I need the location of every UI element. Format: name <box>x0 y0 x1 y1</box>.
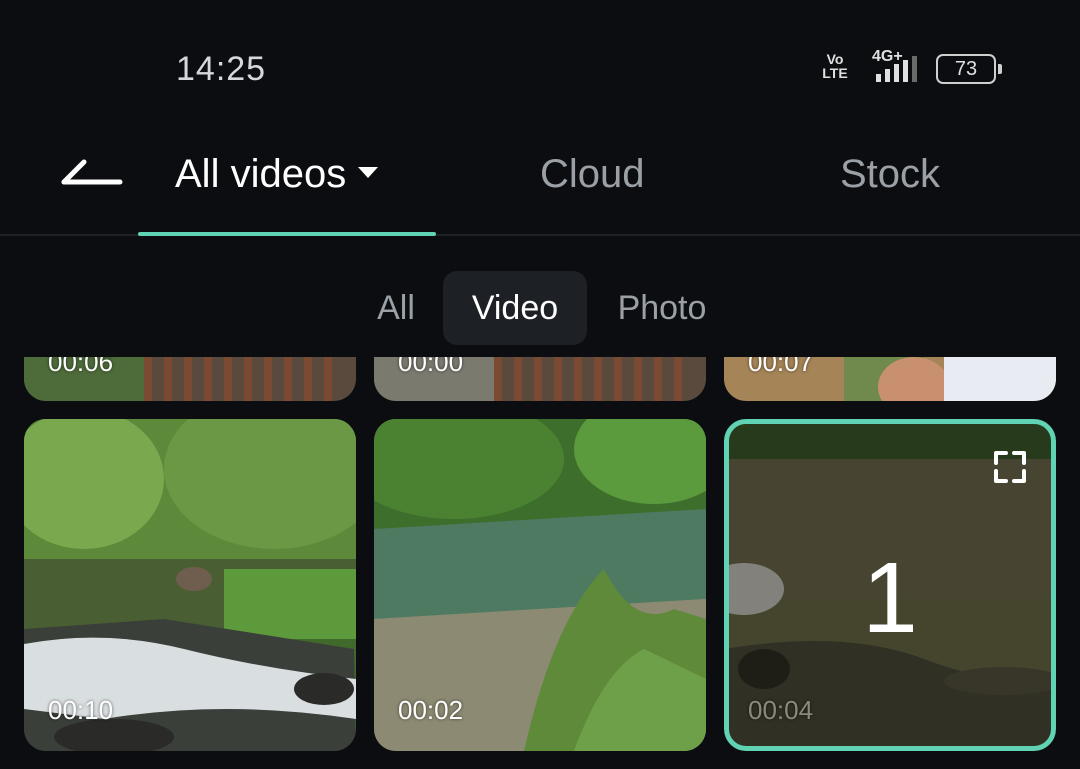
tab-cloud[interactable]: Cloud <box>540 152 645 197</box>
media-thumbnail[interactable]: 00:10 <box>24 419 356 751</box>
dropdown-caret-icon <box>358 166 379 178</box>
volte-icon: Vo LTE <box>822 51 848 81</box>
duration-label: 00:02 <box>398 695 464 725</box>
status-time: 14:25 <box>176 50 267 88</box>
signal-icon: 4G+ <box>858 48 922 84</box>
media-thumbnail[interactable]: 00:06 <box>24 357 356 401</box>
duration-label: 00:10 <box>48 695 114 725</box>
back-arrow-icon[interactable] <box>58 152 128 196</box>
battery-level: 73 <box>954 58 978 80</box>
source-tab-bar: All videos Cloud Stock <box>0 130 1080 236</box>
tab-all-videos-label: All videos <box>175 152 347 196</box>
media-grid: 00:06 00:00 00:07 00:10 00:02 1 00:04 <box>0 357 1080 769</box>
status-bar: 14:25 Vo LTE 4G+ 73 <box>0 0 1080 130</box>
duration-label: 00:06 <box>48 357 114 377</box>
filter-video[interactable]: Video <box>443 271 587 345</box>
battery-icon: 73 <box>936 54 1002 84</box>
filter-photo[interactable]: Photo <box>612 271 712 345</box>
media-type-filter: All Video Photo <box>0 271 1080 345</box>
media-thumbnail[interactable]: 00:00 <box>374 357 706 401</box>
active-tab-indicator <box>138 232 436 236</box>
media-thumbnail-selected[interactable]: 1 00:04 <box>724 419 1056 751</box>
media-thumbnail[interactable]: 00:07 <box>724 357 1056 401</box>
media-thumbnail[interactable]: 00:02 <box>374 419 706 751</box>
duration-label: 00:07 <box>748 357 814 377</box>
tab-stock[interactable]: Stock <box>840 152 940 197</box>
selection-border <box>724 419 1056 751</box>
filter-all[interactable]: All <box>360 271 432 345</box>
tab-all-videos[interactable]: All videos <box>175 152 379 197</box>
duration-label: 00:00 <box>398 357 464 377</box>
